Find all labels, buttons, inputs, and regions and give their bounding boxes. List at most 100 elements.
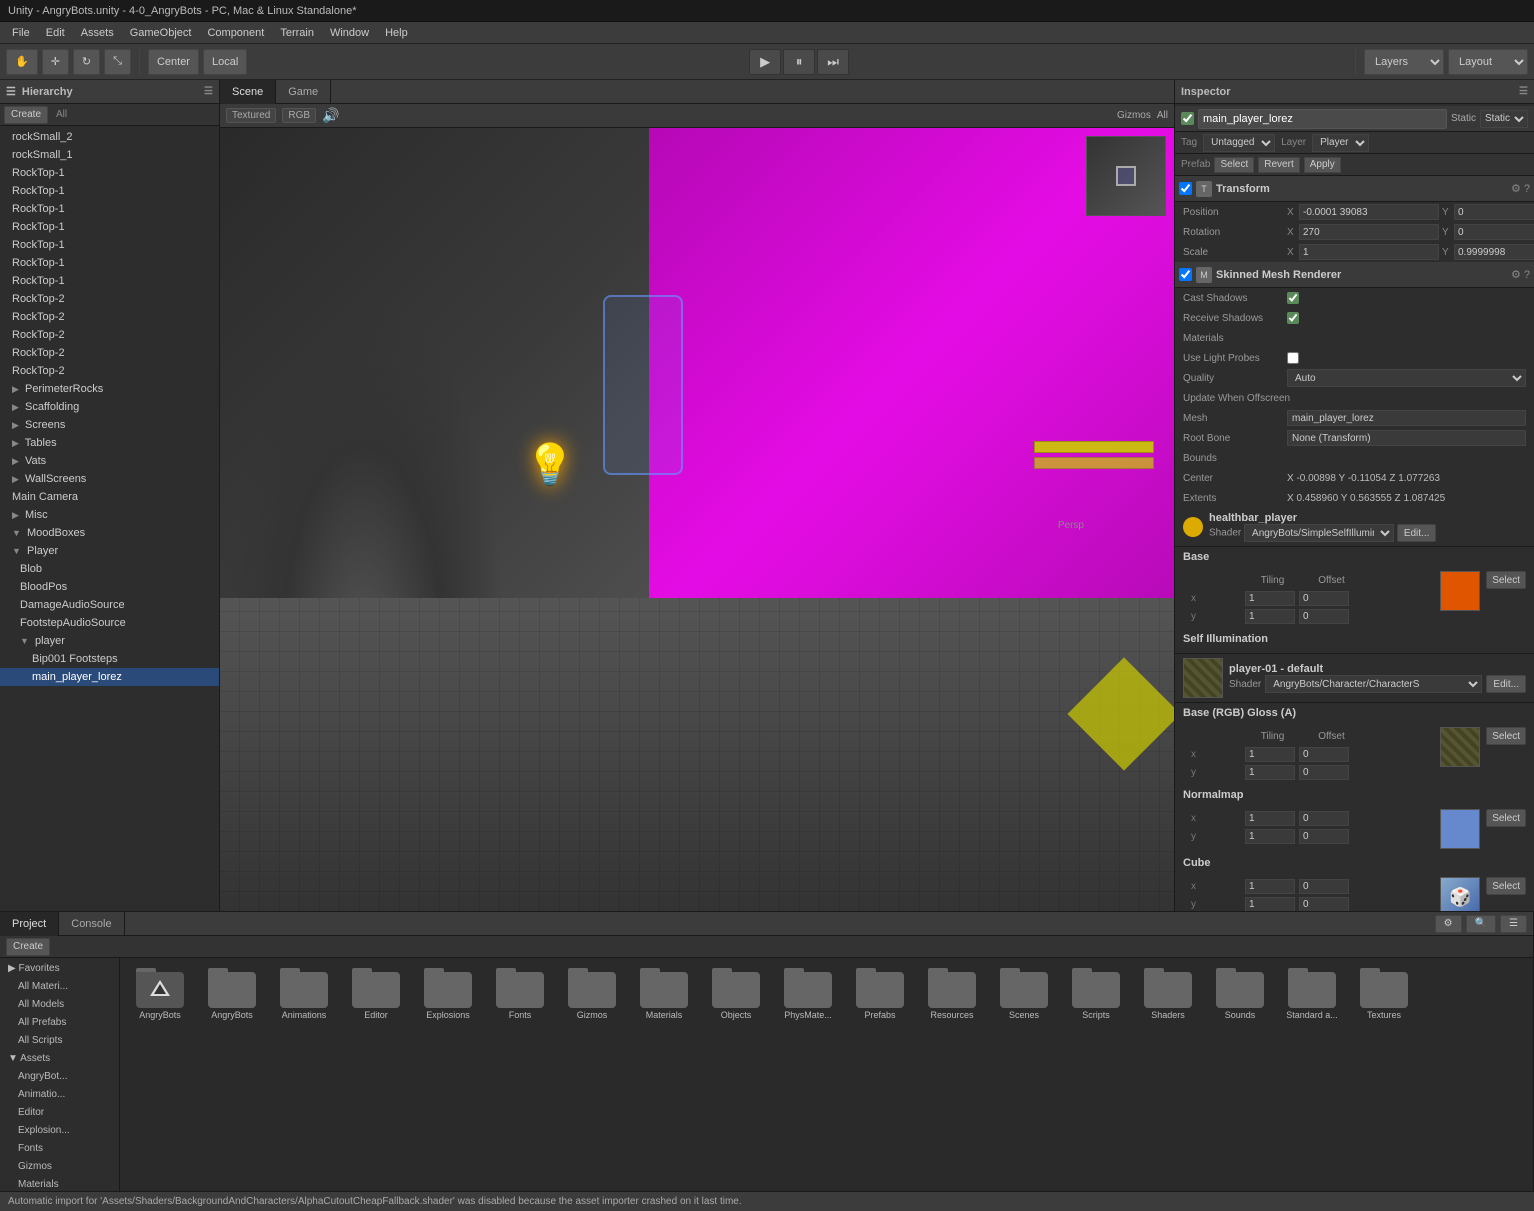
list-item[interactable]: ▶ Misc bbox=[0, 506, 219, 524]
list-item[interactable]: ▶ PerimeterRocks bbox=[0, 380, 219, 398]
rotate-tool-button[interactable]: ↻ bbox=[73, 49, 100, 75]
player-tiling-x-input[interactable] bbox=[1245, 747, 1295, 762]
list-item[interactable]: ▶ Vats bbox=[0, 452, 219, 470]
menu-terrain[interactable]: Terrain bbox=[272, 22, 322, 44]
asset-item-fonts[interactable]: Fonts bbox=[486, 964, 554, 1024]
asset-item-scripts[interactable]: Scripts bbox=[1062, 964, 1130, 1024]
tab-console[interactable]: Console bbox=[59, 912, 124, 936]
skinned-mesh-enable-checkbox[interactable] bbox=[1179, 268, 1192, 281]
asset-item-sounds[interactable]: Sounds bbox=[1206, 964, 1274, 1024]
tiling-x-input[interactable] bbox=[1245, 591, 1295, 606]
list-item[interactable]: RockTop-2 bbox=[0, 326, 219, 344]
light-probes-checkbox[interactable] bbox=[1287, 352, 1299, 364]
list-item-main-player[interactable]: main_player_lorez bbox=[0, 668, 219, 686]
tree-animations[interactable]: Animatio... bbox=[0, 1086, 119, 1104]
player-tiling-y-input[interactable] bbox=[1245, 765, 1295, 780]
layers-dropdown[interactable]: Layers bbox=[1364, 49, 1444, 75]
tree-assets-root[interactable]: ▼ Assets bbox=[0, 1050, 119, 1068]
hand-tool-button[interactable]: ✋ bbox=[6, 49, 38, 75]
quality-dropdown[interactable]: Auto bbox=[1287, 369, 1526, 387]
asset-item-materials[interactable]: Materials bbox=[630, 964, 698, 1024]
tree-editor[interactable]: Editor bbox=[0, 1104, 119, 1122]
offset-x-input[interactable] bbox=[1299, 591, 1349, 606]
layout-dropdown[interactable]: Layout bbox=[1448, 49, 1528, 75]
pause-button[interactable]: ⏸ bbox=[783, 49, 815, 75]
position-x-input[interactable]: -0.0001 39083 bbox=[1299, 204, 1439, 220]
list-item[interactable]: ▶ Screens bbox=[0, 416, 219, 434]
cube-tiling-x-input[interactable] bbox=[1245, 879, 1295, 894]
list-item[interactable]: ▶ WallScreens bbox=[0, 470, 219, 488]
asset-item-editor[interactable]: Editor bbox=[342, 964, 410, 1024]
rotation-x-input[interactable]: 270 bbox=[1299, 224, 1439, 240]
menu-file[interactable]: File bbox=[4, 22, 38, 44]
prefab-revert-button[interactable]: Revert bbox=[1258, 157, 1299, 173]
project-create-button[interactable]: Create bbox=[6, 938, 50, 956]
list-item[interactable]: DamageAudioSource bbox=[0, 596, 219, 614]
list-item[interactable]: ▶ Scaffolding bbox=[0, 398, 219, 416]
list-item[interactable]: ▼ MoodBoxes bbox=[0, 524, 219, 542]
project-settings-button[interactable]: ⚙ bbox=[1435, 915, 1462, 933]
position-y-input[interactable]: 0 bbox=[1454, 204, 1534, 220]
list-item[interactable]: ▶ Tables bbox=[0, 434, 219, 452]
player-shader-edit-button[interactable]: Edit... bbox=[1486, 675, 1526, 693]
transform-enable-checkbox[interactable] bbox=[1179, 182, 1192, 195]
asset-item-physic[interactable]: PhysMate... bbox=[774, 964, 842, 1024]
list-item[interactable]: RockTop-2 bbox=[0, 308, 219, 326]
menu-component[interactable]: Component bbox=[199, 22, 272, 44]
gizmos-label[interactable]: Gizmos bbox=[1117, 110, 1151, 121]
tree-explosions[interactable]: Explosion... bbox=[0, 1122, 119, 1140]
list-item[interactable]: RockTop-1 bbox=[0, 236, 219, 254]
scale-x-input[interactable]: 1 bbox=[1299, 244, 1439, 260]
player-base-swatch[interactable] bbox=[1440, 727, 1480, 767]
cube-offset-y-input[interactable] bbox=[1299, 897, 1349, 912]
list-item[interactable]: RockTop-2 bbox=[0, 362, 219, 380]
step-button[interactable]: ⏭ bbox=[817, 49, 849, 75]
list-item[interactable]: FootstepAudioSource bbox=[0, 614, 219, 632]
asset-item-unityfolder[interactable]: AngryBots bbox=[126, 964, 194, 1024]
healthbar-shader-dropdown[interactable]: AngryBots/SimpleSelfIlluminator bbox=[1244, 524, 1394, 542]
inspector-menu-icon[interactable]: ☰ bbox=[1519, 86, 1528, 97]
asset-item-textures[interactable]: Textures bbox=[1350, 964, 1418, 1024]
tree-favorites[interactable]: ▶ Favorites bbox=[0, 960, 119, 978]
project-more-button[interactable]: ☰ bbox=[1500, 915, 1527, 933]
asset-item-prefabs[interactable]: Prefabs bbox=[846, 964, 914, 1024]
asset-item-scenes[interactable]: Scenes bbox=[990, 964, 1058, 1024]
tab-project[interactable]: Project bbox=[0, 912, 59, 936]
asset-item-shaders[interactable]: Shaders bbox=[1134, 964, 1202, 1024]
local-button[interactable]: Local bbox=[203, 49, 247, 75]
static-dropdown[interactable]: Static bbox=[1480, 110, 1528, 128]
cube-select-button[interactable]: Select bbox=[1486, 877, 1526, 895]
prefab-select-button[interactable]: Select bbox=[1214, 157, 1254, 173]
layer-dropdown[interactable]: Player bbox=[1312, 134, 1369, 152]
asset-item-animations[interactable]: Animations bbox=[270, 964, 338, 1024]
scale-y-input[interactable]: 0.9999998 bbox=[1454, 244, 1534, 260]
offset-y-input[interactable] bbox=[1299, 609, 1349, 624]
textured-button[interactable]: Textured bbox=[226, 108, 276, 123]
asset-item-standard[interactable]: Standard a... bbox=[1278, 964, 1346, 1024]
asset-item-gizmos[interactable]: Gizmos bbox=[558, 964, 626, 1024]
tree-all-prefabs[interactable]: All Prefabs bbox=[0, 1014, 119, 1032]
list-item[interactable]: RockTop-1 bbox=[0, 182, 219, 200]
move-tool-button[interactable]: ✛ bbox=[42, 49, 69, 75]
skinned-mesh-header[interactable]: M Skinned Mesh Renderer ⚙ ? bbox=[1175, 262, 1534, 288]
asset-item-explosions[interactable]: Explosions bbox=[414, 964, 482, 1024]
normalmap-tiling-y-input[interactable] bbox=[1245, 829, 1295, 844]
list-item[interactable]: Main Camera bbox=[0, 488, 219, 506]
menu-gameobject[interactable]: GameObject bbox=[122, 22, 200, 44]
object-active-checkbox[interactable] bbox=[1181, 112, 1194, 125]
list-item[interactable]: RockTop-1 bbox=[0, 218, 219, 236]
list-item[interactable]: RockTop-2 bbox=[0, 344, 219, 362]
list-item[interactable]: rockSmall_1 bbox=[0, 146, 219, 164]
tree-angrybots[interactable]: AngryBot... bbox=[0, 1068, 119, 1086]
tree-gizmos[interactable]: Gizmos bbox=[0, 1158, 119, 1176]
skinned-mesh-settings-icon[interactable]: ⚙ ? bbox=[1511, 268, 1530, 281]
rgb-button[interactable]: RGB bbox=[282, 108, 316, 123]
player-offset-x-input[interactable] bbox=[1299, 747, 1349, 762]
cast-shadows-checkbox[interactable] bbox=[1287, 292, 1299, 304]
scale-tool-button[interactable]: ⤡ bbox=[104, 49, 131, 75]
asset-item-angrybots[interactable]: AngryBots bbox=[198, 964, 266, 1024]
list-item[interactable]: BloodPos bbox=[0, 578, 219, 596]
menu-help[interactable]: Help bbox=[377, 22, 416, 44]
asset-item-objects[interactable]: Objects bbox=[702, 964, 770, 1024]
tree-fonts[interactable]: Fonts bbox=[0, 1140, 119, 1158]
